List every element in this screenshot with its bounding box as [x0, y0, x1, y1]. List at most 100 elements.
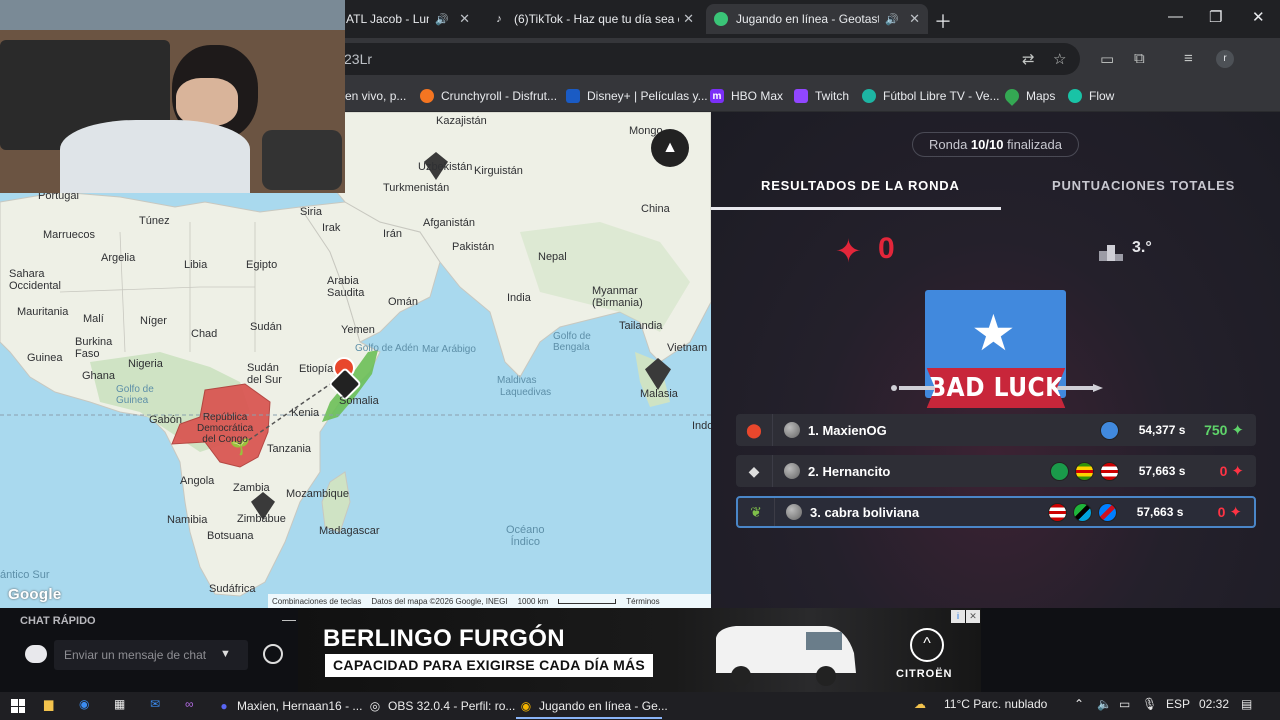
tab-total-scores[interactable]: PUNTUACIONES TOTALES: [1052, 178, 1235, 193]
ad-brand: CITROËN: [896, 668, 953, 680]
clock[interactable]: 02:32: [1199, 697, 1229, 711]
store-icon[interactable]: ▦: [114, 697, 125, 711]
edge-icon[interactable]: ◉: [79, 697, 89, 711]
file-explorer-icon[interactable]: ▆: [44, 697, 53, 711]
taskbar-chrome[interactable]: ◉ Jugando en línea - Ge...: [518, 696, 668, 716]
mail-icon[interactable]: ✉: [150, 697, 160, 711]
zimbabwe-flag-icon: [1075, 461, 1095, 481]
notifications-icon[interactable]: ▤: [1241, 697, 1252, 711]
map-label: Sudáfrica: [209, 583, 256, 595]
keyboard-shortcuts-link[interactable]: Combinaciones de teclas: [272, 597, 361, 606]
map-label: Mar Arábigo: [422, 344, 476, 355]
player-row[interactable]: ⬤ 1. MaxienOG 54,377 s 750 ✦: [736, 414, 1256, 446]
bookmark-label: Fútbol Libre TV - Ve...: [883, 89, 1000, 103]
bookmark-item[interactable]: en vivo, p...: [345, 86, 406, 106]
active-tab-underline: [711, 207, 1001, 210]
microphone-icon[interactable]: 🎙: [1142, 697, 1157, 711]
chevron-down-icon[interactable]: ▼: [220, 648, 231, 660]
bookmark-item[interactable]: Fútbol Libre TV - Ve...: [862, 86, 1000, 106]
ad-close-icon[interactable]: ✕: [966, 610, 980, 623]
taskbar-discord[interactable]: ● Maxien, Hernaan16 - ...: [216, 696, 362, 716]
map-label: Océano Índico: [506, 524, 545, 548]
tab-geotastic[interactable]: Jugando en línea - Geotasti 🔊 ✕: [706, 4, 928, 34]
guessed-flags: [1048, 502, 1118, 522]
chat-message-select[interactable]: Enviar un mensaje de chat: [54, 640, 248, 670]
terms-link[interactable]: Términos: [626, 597, 659, 606]
taskbar-label: Maxien, Hernaan16 - ...: [237, 699, 363, 713]
extensions-icon[interactable]: ⧉: [1134, 50, 1145, 67]
close-icon[interactable]: ✕: [459, 11, 470, 27]
score-star-icon: ✦: [835, 233, 862, 269]
minimize-icon[interactable]: —: [282, 611, 296, 627]
star-icon: ✦: [1229, 504, 1242, 521]
emoji-icon[interactable]: [263, 644, 283, 664]
bookmark-item[interactable]: m HBO Max: [710, 86, 783, 106]
ad-subtitle: CAPACIDAD PARA EXIGIRSE CADA DÍA MÁS: [325, 654, 654, 677]
bookmark-label: Disney+ | Películas y...: [587, 89, 708, 103]
player-marker-icon: ◆: [736, 455, 773, 487]
player-row-self[interactable]: ❦ 3. cabra boliviana 57,663 s 0 ✦: [736, 496, 1256, 528]
map-label: Tanzania: [267, 443, 312, 455]
new-tab-icon[interactable]: ＋: [934, 8, 952, 34]
player-name: 2. Hernancito: [808, 463, 891, 479]
tiktok-icon: ♪: [496, 13, 502, 25]
weather-icon[interactable]: ☁: [914, 697, 926, 711]
media-control-icon[interactable]: ≡: [1184, 50, 1193, 67]
map-label: Irán: [383, 228, 402, 240]
close-icon[interactable]: ✕: [909, 11, 920, 27]
tab-atl-jacob[interactable]: ATL Jacob - Lun 🔊 ✕: [338, 4, 478, 34]
restore-icon[interactable]: ❐: [1209, 8, 1222, 26]
webcam-wall: [0, 0, 345, 30]
network-icon[interactable]: ▭: [1119, 697, 1130, 711]
avatar: [784, 422, 800, 438]
bookmark-item[interactable]: Flow: [1068, 86, 1114, 106]
bookmark-item[interactable]: Maps: [1002, 86, 1055, 106]
taskbar-obs[interactable]: ◎ OBS 32.0.4 - Perfil: ro...: [367, 696, 516, 716]
twitch-icon: [794, 89, 808, 103]
volume-icon[interactable]: 🔈: [1097, 697, 1112, 711]
weather-text[interactable]: 11°C Parc. nublado: [944, 697, 1047, 711]
map-label: Sudán del Sur: [247, 362, 282, 386]
ad-info-icon[interactable]: i: [951, 610, 965, 623]
chevron-up-icon[interactable]: ⌃: [1074, 697, 1084, 711]
map-label: Mauritania: [17, 306, 69, 318]
close-icon[interactable]: ✕: [683, 11, 694, 27]
map-label: Mozambique: [286, 488, 349, 500]
profile-avatar[interactable]: r: [1216, 50, 1234, 68]
player-row[interactable]: ◆ 2. Hernancito 57,663 s 0 ✦: [736, 455, 1256, 487]
map-label: Siria: [300, 206, 323, 218]
round-status: Ronda 10/10 finalizada: [912, 132, 1079, 157]
tab-round-results[interactable]: RESULTADOS DE LA RONDA: [761, 178, 960, 193]
taskbar-label: Jugando en línea - Ge...: [539, 699, 668, 713]
bookmark-star-icon[interactable]: ☆: [1053, 50, 1066, 68]
cast-icon[interactable]: ▭: [1100, 50, 1114, 68]
map-toggle-button[interactable]: ▲: [651, 129, 689, 167]
address-bar[interactable]: 23Lr: [330, 43, 1080, 75]
speaker-icon[interactable]: 🔊: [435, 13, 449, 26]
map-label: Malí: [83, 313, 104, 325]
app-icon[interactable]: ∞: [185, 697, 194, 711]
futbol-libre-icon: [862, 89, 876, 103]
active-app-indicator: [516, 717, 662, 719]
map-label: Madagascar: [319, 525, 380, 537]
map-label: Myanmar (Birmania): [592, 285, 643, 309]
windows-start-icon[interactable]: [11, 699, 25, 713]
map-label: Botsuana: [207, 530, 254, 542]
star-icon: ✦: [1231, 463, 1244, 480]
bookmark-label: HBO Max: [731, 89, 784, 103]
mountain-icon: ▲: [662, 139, 678, 156]
map-label: Indo: [692, 420, 711, 432]
discord-icon: ●: [220, 699, 228, 713]
map-data-text: Datos del mapa ©2026 Google, INEGI: [371, 596, 508, 606]
bookmark-item[interactable]: Twitch: [794, 86, 849, 106]
language-indicator[interactable]: ESP: [1166, 697, 1190, 711]
bookmark-item[interactable]: Crunchyroll - Disfrut...: [420, 86, 557, 106]
translate-icon[interactable]: ⇄: [1022, 50, 1035, 68]
bookmark-label: en vivo, p...: [345, 89, 407, 103]
advertisement-banner[interactable]: BERLINGO FURGÓN CAPACIDAD PARA EXIGIRSE …: [298, 608, 981, 692]
bookmark-item[interactable]: Disney+ | Películas y...: [566, 86, 708, 106]
tab-tiktok[interactable]: ♪ (6)TikTok - Haz que tu día sea e ✕: [484, 4, 702, 34]
window-close-icon[interactable]: ✕: [1252, 8, 1265, 26]
speaker-icon[interactable]: 🔊: [885, 13, 899, 26]
minimize-icon[interactable]: —: [1168, 8, 1183, 25]
